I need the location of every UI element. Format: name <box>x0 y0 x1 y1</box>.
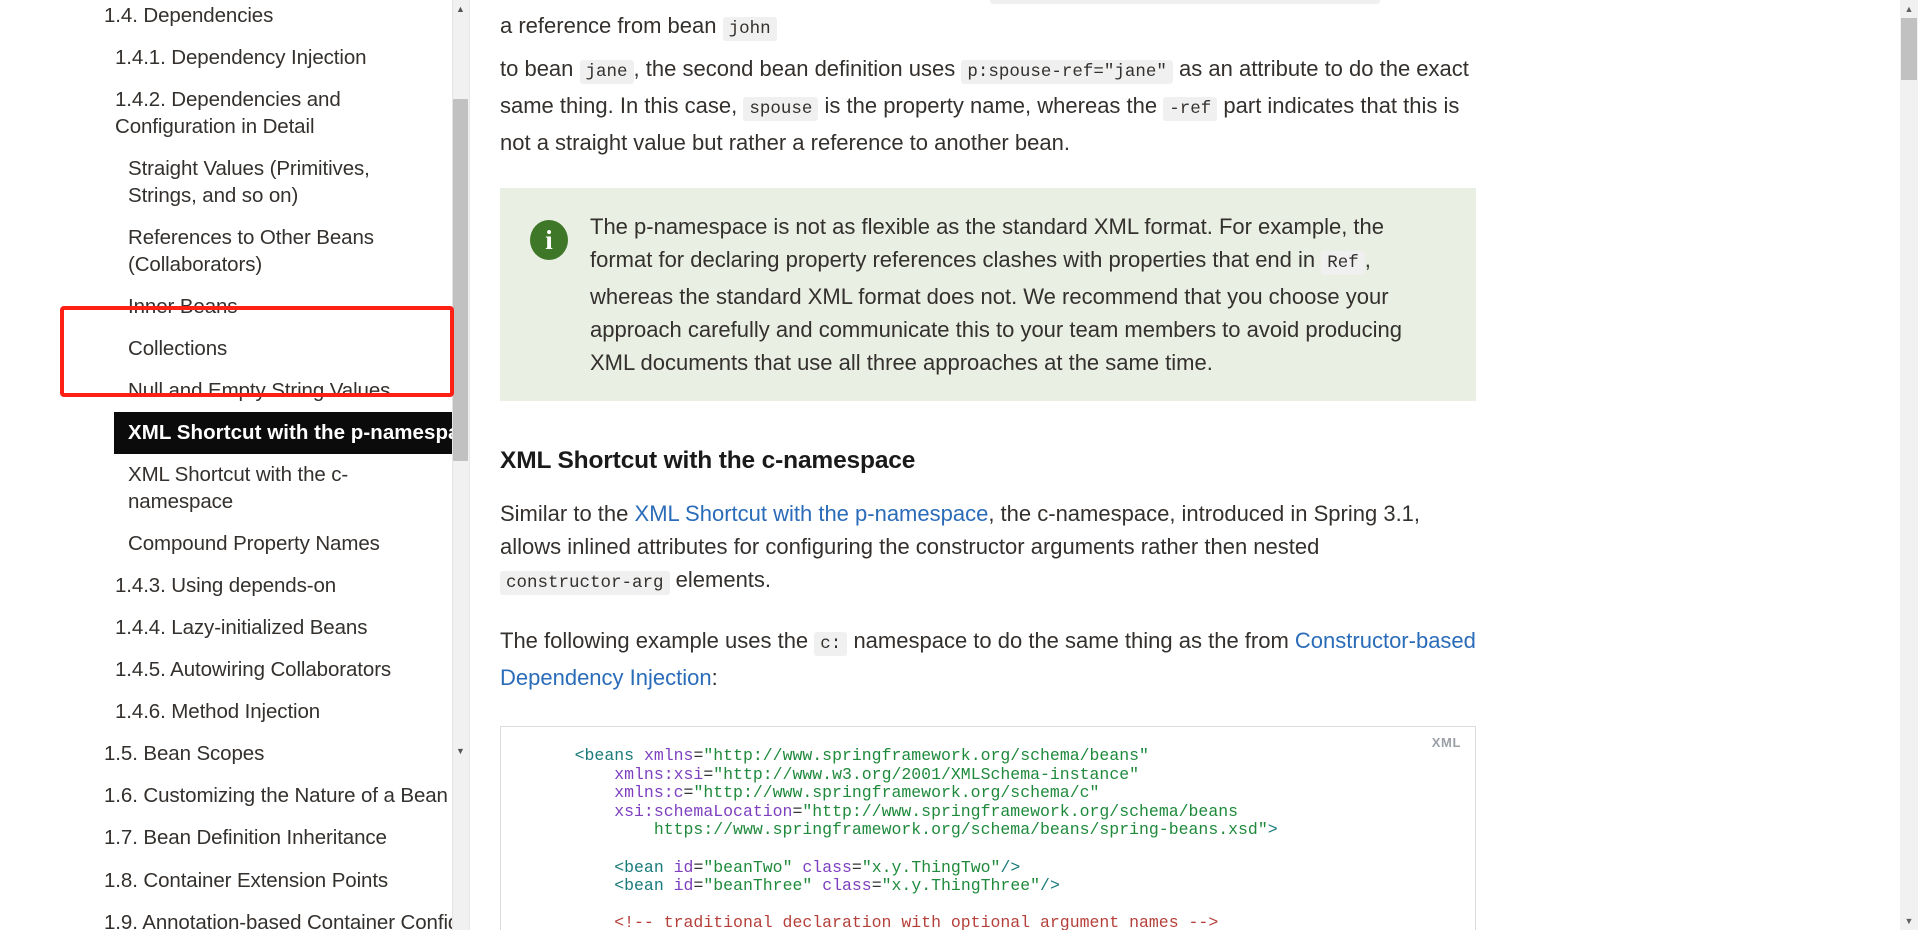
code-token-pun <box>535 820 654 839</box>
link-p-namespace[interactable]: XML Shortcut with the p-namespace <box>635 501 989 526</box>
code-token-pun <box>535 858 614 877</box>
code-token-attr: class <box>822 876 872 896</box>
inline-code-ref: -ref <box>1163 97 1218 121</box>
code-listing-text: <beans xmlns="http://www.springframework… <box>501 746 1475 930</box>
code-token-pun: = <box>693 857 704 877</box>
code-token-str: "beanThree" <box>703 876 813 896</box>
code-token-pun <box>535 783 614 802</box>
code-token-str: https://www.springframework.org/schema/b… <box>653 820 1268 840</box>
documentation-page: 1.4. Dependencies 1.4.1. Dependency Injec… <box>0 0 1918 930</box>
text-fragment: The following example uses the <box>500 628 809 653</box>
text-fragment: The p-namespace is not as flexible as th… <box>590 214 1385 272</box>
code-token-attr: xmlns <box>643 746 694 765</box>
note-admonition: i The p-namespace is not as flexible as … <box>500 188 1476 401</box>
code-token-pun <box>634 746 644 765</box>
inline-code-constructor-arg: constructor-arg <box>500 571 670 595</box>
code-token-attr: id <box>673 876 694 896</box>
section-heading-c-namespace: XML Shortcut with the c-namespace <box>500 447 916 474</box>
code-token-pun: = <box>871 876 882 896</box>
sidebar-scrollbar-thumb[interactable] <box>453 99 468 461</box>
text-fragment: , the second bean definition uses <box>633 56 956 81</box>
note-text: The p-namespace is not as flexible as th… <box>590 210 1450 379</box>
code-token-str: "http://www.springframework.org/schema/b… <box>802 801 1239 821</box>
code-token-str: "http://www.springframework.org/schema/b… <box>703 746 1149 765</box>
text-fragment: Similar to the <box>500 501 629 526</box>
code-token-pun <box>664 858 674 877</box>
inline-code-jane: jane <box>579 60 634 84</box>
code-token-pun <box>535 876 614 895</box>
toc-item-xml-shortcut-p-namespace[interactable]: XML Shortcut with the p-namespace <box>114 411 499 454</box>
code-token-attr: class <box>802 857 852 877</box>
code-token-str: "x.y.ThingThree" <box>881 876 1041 896</box>
inline-code-spouse-ref: p:spouse-ref="jane" <box>961 60 1173 84</box>
inline-code: <property name="spouse" ref="jane"/> <box>990 0 1381 4</box>
inline-code: john <box>722 17 777 41</box>
code-token-pun <box>535 802 614 821</box>
code-token-str: "beanTwo" <box>703 857 793 877</box>
code-token-pun: = <box>703 764 714 784</box>
code-token-pun: = <box>693 876 704 896</box>
code-token-attr: xmlns:xsi <box>614 764 704 784</box>
text-fragment: to bean <box>500 56 574 81</box>
page-scrollbar-track[interactable] <box>1900 0 1918 930</box>
text-fragment: namespace to do the same thing as the fr… <box>853 628 1289 653</box>
text-fragment: : <box>711 665 718 690</box>
document-content: references. Whereas the first bean defin… <box>470 0 1918 930</box>
code-token-pun <box>535 913 614 930</box>
code-token-str: "x.y.ThingTwo" <box>861 857 1001 877</box>
code-token-pun: = <box>792 801 803 821</box>
inline-code-spouse: spouse <box>743 97 819 121</box>
code-token-str: "http://www.springframework.org/schema/c… <box>693 783 1100 803</box>
inline-code-c-ns: c: <box>814 632 848 656</box>
code-token-pun <box>664 876 674 895</box>
paragraph-c-namespace-intro: Similar to the XML Shortcut with the p-n… <box>500 497 1476 606</box>
code-token-attr: xsi:schemaLocation <box>614 801 793 821</box>
code-token-tag: /> <box>1040 876 1060 896</box>
info-icon: i <box>530 220 568 260</box>
code-token-pun <box>792 858 802 877</box>
code-token-attr: xmlns:c <box>614 783 684 803</box>
sidebar-scroll-up-icon[interactable]: ▲ <box>453 0 468 17</box>
page-scroll-down-icon[interactable]: ▼ <box>1901 912 1917 930</box>
code-token-tag: <bean <box>614 857 664 877</box>
text-fragment: elements. <box>675 567 772 592</box>
code-token-tag: /> <box>1000 857 1021 877</box>
text-fragment: is the property name, whereas the <box>824 93 1158 118</box>
code-token-pun <box>812 876 822 895</box>
code-token-pun: = <box>851 857 862 877</box>
code-listing: XML <beans xmlns="http://www.springframe… <box>500 726 1476 930</box>
code-token-com: <!-- traditional declaration with option… <box>614 913 1219 930</box>
code-token-tag: > <box>1267 820 1278 840</box>
code-token-str: "http://www.w3.org/2001/XMLSchema-instan… <box>713 764 1140 784</box>
code-token-attr: id <box>673 857 694 877</box>
paragraph-p-namespace: to bean jane, the second bean definition… <box>500 52 1476 165</box>
code-token-pun: = <box>683 783 694 803</box>
code-language-label: XML <box>1431 735 1461 750</box>
sidebar-scroll-down-icon[interactable]: ▼ <box>453 742 468 759</box>
code-token-pun <box>535 765 614 784</box>
page-scroll-up-icon[interactable]: ▲ <box>1901 0 1917 18</box>
code-token-pun <box>535 746 575 765</box>
text-fragment: to create a reference from bean <box>500 0 1472 38</box>
code-token-tag: <bean <box>614 876 664 896</box>
inline-code-ref-suffix: Ref <box>1321 251 1365 275</box>
text-fragment: references. Whereas the first bean defin… <box>500 0 984 1</box>
code-token-pun: = <box>693 746 704 765</box>
page-scrollbar-thumb[interactable] <box>1901 18 1917 80</box>
code-token-tag: <beans <box>574 746 635 765</box>
paragraph-example-intro: The following example uses the c: namesp… <box>500 624 1476 700</box>
paragraph-cut-top: references. Whereas the first bean defin… <box>500 0 1476 52</box>
